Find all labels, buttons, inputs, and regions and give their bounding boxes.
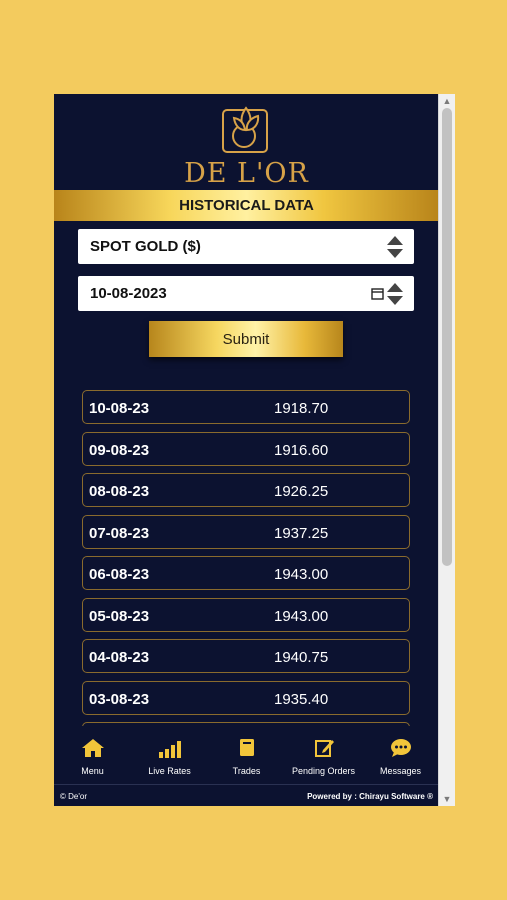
- edit-icon: [314, 740, 334, 757]
- book-icon: [239, 739, 254, 756]
- nav-live-rates-label: Live Rates: [148, 766, 191, 776]
- nav-trades[interactable]: Trades: [208, 736, 285, 776]
- rate-row[interactable]: 04-08-23 1940.75: [82, 639, 410, 673]
- nav-trades-label: Trades: [232, 766, 261, 776]
- rate-date: 09-08-23: [89, 442, 150, 459]
- bottom-nav: Menu Live Rates Trades Pending Orders Me…: [54, 726, 439, 782]
- header: DE L'OR: [54, 98, 439, 189]
- rate-row[interactable]: 06-08-23 1943.00: [82, 556, 410, 590]
- rate-price: 1940.75: [274, 649, 329, 666]
- scrollbar-thumb[interactable]: [442, 108, 452, 566]
- date-input[interactable]: 10-08-2023: [78, 276, 414, 311]
- metal-select-value: SPOT GOLD ($): [90, 238, 201, 255]
- rate-row[interactable]: 09-08-23 1916.60: [82, 432, 410, 466]
- nav-menu[interactable]: Menu: [54, 736, 131, 776]
- nav-messages-label: Messages: [379, 766, 422, 776]
- copyright-text: © De'or: [60, 792, 87, 801]
- nav-messages[interactable]: Messages: [362, 736, 439, 776]
- scroll-down-icon[interactable]: ▼: [439, 792, 455, 806]
- rate-date: 04-08-23: [89, 649, 150, 666]
- brand-name: DE L'OR: [184, 158, 309, 189]
- scrollbar[interactable]: ▲ ▼: [438, 94, 455, 806]
- rate-row[interactable]: 07-08-23 1937.25: [82, 515, 410, 549]
- powered-by-text: Powered by : Chirayu Software ®: [307, 792, 433, 801]
- up-down-arrows-icon: [387, 236, 403, 258]
- nav-menu-label: Menu: [81, 766, 104, 776]
- date-input-value: 10-08-2023: [90, 285, 167, 302]
- bar-chart-icon: [158, 741, 181, 758]
- page-title: HISTORICAL DATA: [179, 197, 314, 214]
- metal-select[interactable]: SPOT GOLD ($): [78, 229, 414, 264]
- scroll-up-icon[interactable]: ▲: [439, 94, 455, 108]
- submit-button[interactable]: Submit: [149, 321, 343, 357]
- rate-date: 03-08-23: [89, 691, 150, 708]
- rate-date: 05-08-23: [89, 608, 150, 625]
- rate-price: 1943.00: [274, 608, 329, 625]
- rate-date: 10-08-23: [89, 400, 150, 417]
- rate-row[interactable]: 10-08-23 1918.70: [82, 390, 410, 424]
- rate-row[interactable]: 05-08-23 1943.00: [82, 598, 410, 632]
- nav-pending-orders[interactable]: Pending Orders: [285, 736, 362, 776]
- app-frame: DE L'OR HISTORICAL DATA SPOT GOLD ($) 10…: [54, 94, 455, 806]
- rate-row[interactable]: 08-08-23 1926.25: [82, 473, 410, 507]
- rate-date: 07-08-23: [89, 525, 150, 542]
- rate-row[interactable]: 03-08-23 1935.40: [82, 681, 410, 715]
- nav-pending-orders-label: Pending Orders: [291, 766, 356, 776]
- rate-price: 1935.40: [274, 691, 329, 708]
- gold-leaf-logo-icon: [222, 106, 268, 153]
- calendar-icon[interactable]: [371, 287, 384, 300]
- footer: © De'or Powered by : Chirayu Software ®: [54, 784, 439, 806]
- rate-price: 1937.25: [274, 525, 329, 542]
- page-title-bar: HISTORICAL DATA: [54, 190, 439, 221]
- rate-price: 1918.70: [274, 400, 329, 417]
- chat-icon: [390, 739, 411, 757]
- rate-price: 1926.25: [274, 483, 329, 500]
- rate-price: 1943.00: [274, 566, 329, 583]
- rate-date: 08-08-23: [89, 483, 150, 500]
- date-spinner-icon[interactable]: [386, 282, 404, 306]
- home-icon: [81, 739, 104, 757]
- nav-live-rates[interactable]: Live Rates: [131, 736, 208, 776]
- rate-price: 1916.60: [274, 442, 329, 459]
- rate-date: 06-08-23: [89, 566, 150, 583]
